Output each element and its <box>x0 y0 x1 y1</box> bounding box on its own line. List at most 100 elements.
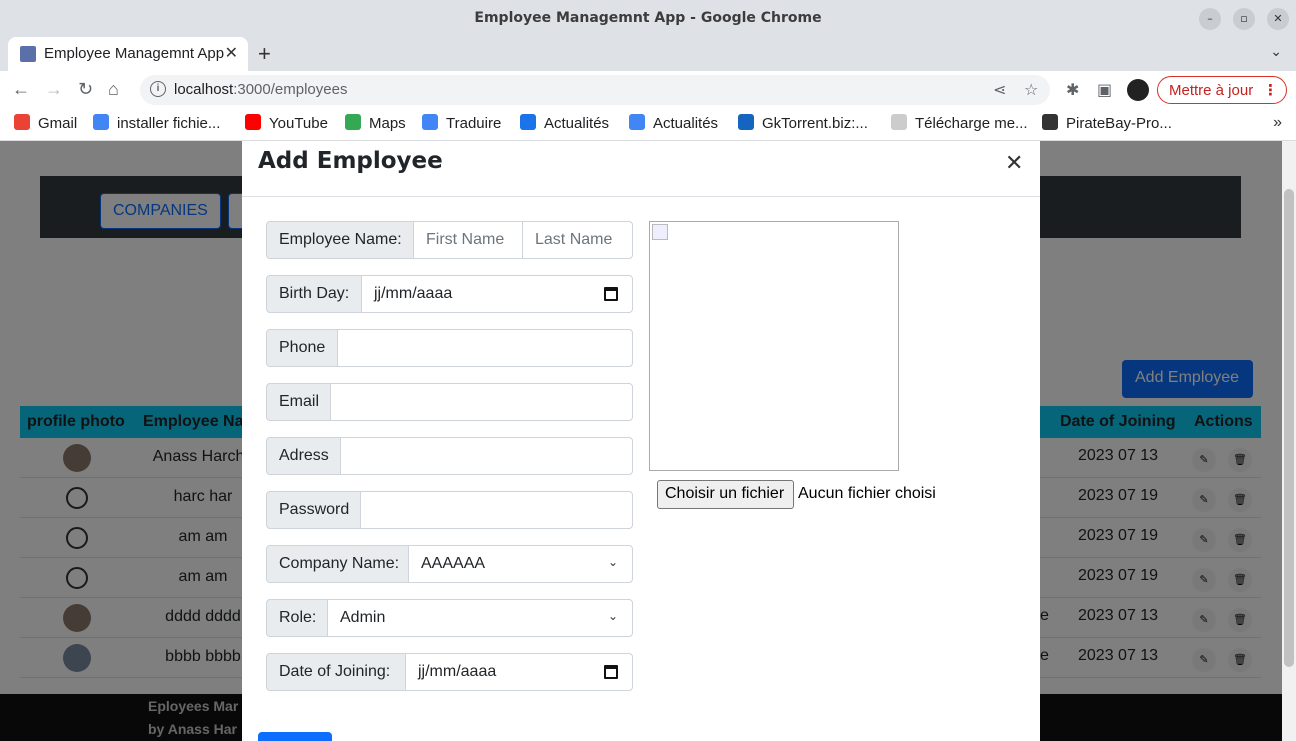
choose-file-button[interactable]: Choisir un fichier <box>657 480 794 509</box>
calendar-icon[interactable] <box>604 287 618 301</box>
calendar-icon[interactable] <box>604 665 618 679</box>
download-icon <box>738 114 754 130</box>
last-name-input[interactable]: Last Name <box>522 221 633 259</box>
url-path: :3000/employees <box>233 81 348 98</box>
company-value: AAAAAA <box>421 555 486 572</box>
tab-search-chevron-icon[interactable]: ⌄ <box>1270 43 1282 60</box>
url-text[interactable]: localhost:3000/employees <box>174 81 347 98</box>
address-bar[interactable]: i localhost:3000/employees ⋖ ☆ <box>140 75 1050 105</box>
scrollbar-thumb[interactable] <box>1284 189 1294 667</box>
bookmark-piratebay[interactable]: PirateBay-Pro... <box>1042 114 1172 132</box>
minimize-button[interactable]: – <box>1199 8 1221 30</box>
company-label: Company Name: <box>266 545 409 583</box>
maximize-button[interactable]: ▫ <box>1233 8 1255 30</box>
email-group: Email <box>266 383 633 421</box>
browser-tab[interactable]: Employee Managemnt App ✕ <box>8 37 248 71</box>
window-title: Employee Managemnt App - Google Chrome <box>474 10 822 26</box>
new-tab-button[interactable]: + <box>258 41 271 67</box>
figure-icon <box>891 114 907 130</box>
bookmark-maps[interactable]: Maps <box>345 114 406 132</box>
share-icon[interactable]: ⋖ <box>993 80 1006 100</box>
email-input[interactable] <box>330 383 633 421</box>
profile-avatar[interactable] <box>1127 79 1149 101</box>
bookmark-label: GkTorrent.biz:... <box>762 115 868 132</box>
extensions-puzzle-icon[interactable]: ✱ <box>1066 80 1079 100</box>
close-tab-icon[interactable]: ✕ <box>225 43 238 63</box>
birth-day-input[interactable]: jj/mm/aaaa <box>361 275 633 313</box>
gmail-icon <box>14 114 30 130</box>
birth-day-group: Birth Day: jj/mm/aaaa <box>266 275 633 313</box>
window-titlebar: Employee Managemnt App - Google Chrome –… <box>0 0 1296 37</box>
bookmark-label: Actualités <box>653 115 719 132</box>
adress-input[interactable] <box>340 437 633 475</box>
bookmark-actualites-google[interactable]: Actualités <box>629 114 718 132</box>
forward-arrow-icon[interactable]: → <box>45 79 63 100</box>
update-label: Mettre à jour <box>1169 82 1254 99</box>
joining-date-value: jj/mm/aaaa <box>418 663 497 680</box>
bookmark-label: YouTube <box>269 115 328 132</box>
role-label: Role: <box>266 599 328 637</box>
page-scrollbar[interactable] <box>1282 141 1296 741</box>
reload-icon[interactable]: ↻ <box>78 79 93 100</box>
maps-icon <box>345 114 361 130</box>
phone-label: Phone <box>266 329 338 367</box>
first-name-input[interactable]: First Name <box>413 221 523 259</box>
chevron-down-icon: ⌄ <box>607 555 618 569</box>
phone-group: Phone <box>266 329 633 367</box>
bookmark-label: Gmail <box>38 115 78 132</box>
more-bookmarks-icon[interactable]: » <box>1273 114 1282 132</box>
tab-title: Employee Managemnt App <box>44 45 224 62</box>
bookmark-gktorrent[interactable]: GkTorrent.biz:... <box>738 114 868 132</box>
bookmark-label: PirateBay-Pro... <box>1066 115 1172 132</box>
google-icon <box>629 114 645 130</box>
translate-icon <box>422 114 438 130</box>
menu-kebab-icon[interactable]: ⋮ <box>1263 81 1278 99</box>
chevron-down-icon: ⌄ <box>607 609 618 623</box>
role-group: Role: Admin ⌄ <box>266 599 633 637</box>
youtube-icon <box>245 114 261 130</box>
company-select[interactable]: AAAAAA ⌄ <box>408 545 633 583</box>
bookmark-label: Télécharge me... <box>915 115 1028 132</box>
bookmark-label: Traduire <box>446 115 502 132</box>
birth-day-label: Birth Day: <box>266 275 362 313</box>
birth-day-value: jj/mm/aaaa <box>374 285 453 302</box>
bookmark-label: Actualités <box>544 115 610 132</box>
employee-name-group: Employee Name: First Name Last Name <box>266 221 633 259</box>
profile-photo-preview <box>649 221 899 471</box>
bookmark-traduire[interactable]: Traduire <box>422 114 501 132</box>
adress-label: Adress <box>266 437 341 475</box>
modal-header: Add Employee ✕ <box>242 141 1040 197</box>
broken-image-icon <box>652 224 668 240</box>
submit-button[interactable] <box>258 732 332 741</box>
phone-input[interactable] <box>337 329 633 367</box>
bookmark-telechargement[interactable]: Télécharge me... <box>891 114 1028 132</box>
bookmark-actualites-news[interactable]: Actualités <box>520 114 609 132</box>
home-icon[interactable]: ⌂ <box>108 79 119 100</box>
close-window-button[interactable]: ✕ <box>1267 8 1289 30</box>
company-group: Company Name: AAAAAA ⌄ <box>266 545 633 583</box>
bookmark-youtube[interactable]: YouTube <box>245 114 328 132</box>
password-label: Password <box>266 491 361 529</box>
side-panel-icon[interactable]: ▣ <box>1097 80 1112 100</box>
bookmark-star-icon[interactable]: ☆ <box>1024 80 1038 100</box>
pirate-ship-icon <box>1042 114 1058 130</box>
password-input[interactable] <box>360 491 633 529</box>
bookmark-gmail[interactable]: Gmail <box>14 114 77 132</box>
update-chrome-button[interactable]: Mettre à jour ⋮ <box>1157 76 1287 104</box>
adress-group: Adress <box>266 437 633 475</box>
back-arrow-icon[interactable]: ← <box>12 79 30 100</box>
site-info-icon[interactable]: i <box>150 81 166 97</box>
url-host: localhost <box>174 81 234 98</box>
joining-date-input[interactable]: jj/mm/aaaa <box>405 653 633 691</box>
close-icon[interactable]: ✕ <box>1005 151 1023 176</box>
role-value: Admin <box>340 609 386 626</box>
google-icon <box>93 114 109 130</box>
joining-group: Date of Joining: jj/mm/aaaa <box>266 653 633 691</box>
bookmark-installer[interactable]: installer fichie... <box>93 114 220 132</box>
employee-name-label: Employee Name: <box>266 221 414 259</box>
app-favicon-icon <box>20 46 36 62</box>
google-news-icon <box>520 114 536 130</box>
file-status-text: Aucun fichier choisi <box>798 485 936 502</box>
role-select[interactable]: Admin ⌄ <box>327 599 633 637</box>
bookmark-label: installer fichie... <box>117 115 221 132</box>
